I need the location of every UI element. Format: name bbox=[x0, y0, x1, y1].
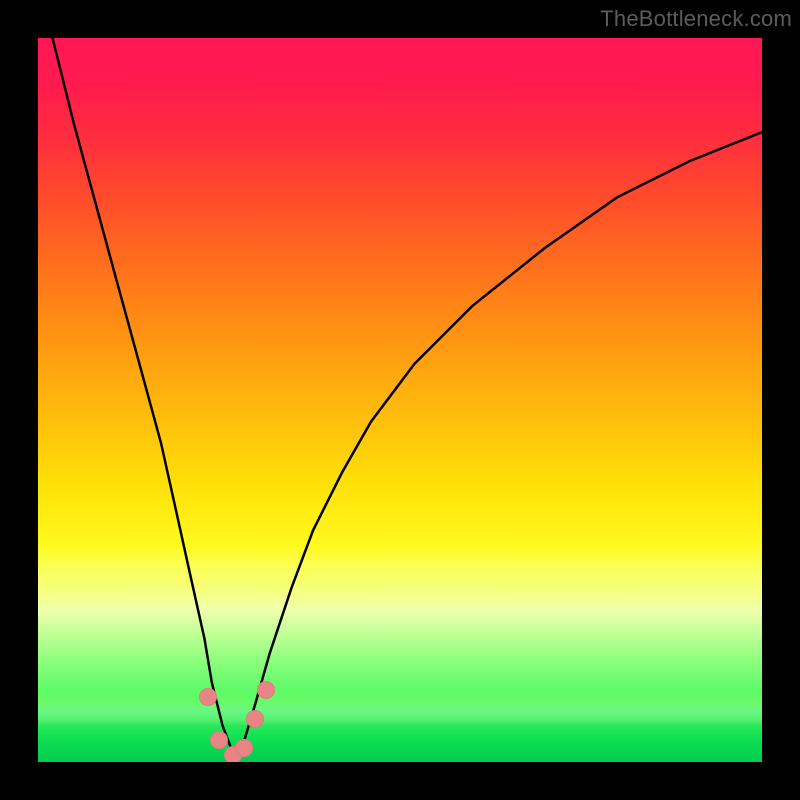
bottleneck-curve bbox=[38, 38, 762, 762]
valley-marker bbox=[257, 681, 275, 699]
chart-frame: TheBottleneck.com bbox=[0, 0, 800, 800]
valley-marker bbox=[235, 739, 253, 757]
valley-marker bbox=[199, 688, 217, 706]
plot-area bbox=[38, 38, 762, 762]
valley-marker bbox=[246, 710, 264, 728]
attribution-label: TheBottleneck.com bbox=[600, 6, 792, 32]
